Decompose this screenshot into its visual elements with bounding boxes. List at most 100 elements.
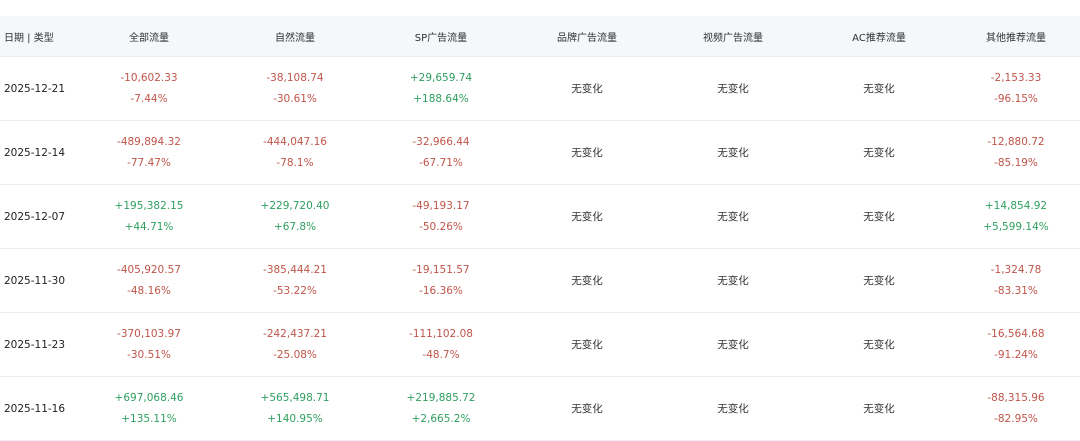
abs-change: +219,885.72 — [406, 392, 476, 404]
pct-change: -30.61% — [273, 93, 317, 105]
pct-change: +140.95% — [267, 413, 323, 425]
pct-change: +67.8% — [273, 221, 317, 233]
abs-change: -49,193.17 — [412, 200, 470, 212]
pct-change: -48.7% — [422, 349, 460, 361]
pct-change: +2,665.2% — [411, 413, 471, 425]
pct-change: -50.26% — [419, 221, 463, 233]
brand-ad-traffic-change: 无变化 — [571, 339, 603, 351]
other-recommend-traffic-change: -12,880.72 -85.19% — [952, 135, 1080, 170]
abs-change: -16,564.68 — [987, 328, 1045, 340]
pct-change: +5,599.14% — [983, 221, 1049, 233]
abs-change: -111,102.08 — [409, 328, 473, 340]
header-total-traffic[interactable]: 全部流量 — [76, 29, 222, 44]
abs-change: -32,966.44 — [412, 136, 470, 148]
traffic-change-table: 日期 | 类型 全部流量 自然流量 SP广告流量 品牌广告流量 视频广告流量 A… — [0, 16, 1080, 441]
pct-change: -30.51% — [127, 349, 171, 361]
pct-change: -83.31% — [994, 285, 1038, 297]
brand-ad-traffic-change: 无变化 — [571, 83, 603, 95]
natural-traffic-change: -242,437.21 -25.08% — [222, 327, 368, 362]
sp-ad-traffic-change: -49,193.17 -50.26% — [368, 199, 514, 234]
brand-ad-traffic-change: 无变化 — [571, 403, 603, 415]
ac-recommend-traffic-change: 无变化 — [863, 211, 895, 223]
header-sp-ad-traffic[interactable]: SP广告流量 — [368, 29, 514, 44]
ac-recommend-traffic-change: 无变化 — [863, 275, 895, 287]
abs-change: -489,894.32 — [117, 136, 181, 148]
header-other-recommend-traffic[interactable]: 其他推荐流量 — [952, 29, 1080, 44]
video-ad-traffic-change: 无变化 — [717, 403, 749, 415]
total-traffic-change: -370,103.97 -30.51% — [76, 327, 222, 362]
abs-change: +29,659.74 — [409, 72, 473, 84]
sp-ad-traffic-change: -111,102.08 -48.7% — [368, 327, 514, 362]
brand-ad-traffic-change: 无变化 — [571, 275, 603, 287]
table-row: 2025-12-07 +195,382.15 +44.71% +229,720.… — [0, 185, 1080, 249]
pct-change: -7.44% — [130, 93, 168, 105]
table-row: 2025-12-21 -10,602.33 -7.44% -38,108.74 … — [0, 57, 1080, 121]
top-spacer — [0, 0, 1080, 16]
other-recommend-traffic-change: -1,324.78 -83.31% — [952, 263, 1080, 298]
header-ac-recommend-traffic[interactable]: AC推荐流量 — [806, 29, 952, 44]
row-date: 2025-11-16 — [4, 402, 66, 415]
abs-change: +14,854.92 — [984, 200, 1048, 212]
abs-change: -1,324.78 — [990, 264, 1042, 276]
table-row: 2025-11-23 -370,103.97 -30.51% -242,437.… — [0, 313, 1080, 377]
abs-change: -444,047.16 — [263, 136, 327, 148]
abs-change: -2,153.33 — [990, 72, 1042, 84]
total-traffic-change: -405,920.57 -48.16% — [76, 263, 222, 298]
ac-recommend-traffic-change: 无变化 — [863, 403, 895, 415]
other-recommend-traffic-change: -88,315.96 -82.95% — [952, 391, 1080, 426]
abs-change: +565,498.71 — [260, 392, 330, 404]
abs-change: -88,315.96 — [987, 392, 1045, 404]
row-date: 2025-12-21 — [4, 82, 66, 95]
abs-change: +195,382.15 — [114, 200, 184, 212]
pct-change: +44.71% — [124, 221, 174, 233]
abs-change: -242,437.21 — [263, 328, 327, 340]
pct-change: -82.95% — [994, 413, 1038, 425]
header-date-type[interactable]: 日期 | 类型 — [0, 29, 76, 44]
natural-traffic-change: +565,498.71 +140.95% — [222, 391, 368, 426]
header-natural-traffic[interactable]: 自然流量 — [222, 29, 368, 44]
header-brand-ad-traffic[interactable]: 品牌广告流量 — [514, 29, 660, 44]
pct-change: -91.24% — [994, 349, 1038, 361]
pct-change: +188.64% — [413, 93, 469, 105]
pct-change: -67.71% — [419, 157, 463, 169]
pct-change: -16.36% — [419, 285, 463, 297]
pct-change: -53.22% — [273, 285, 317, 297]
sp-ad-traffic-change: -32,966.44 -67.71% — [368, 135, 514, 170]
brand-ad-traffic-change: 无变化 — [571, 147, 603, 159]
total-traffic-change: -489,894.32 -77.47% — [76, 135, 222, 170]
natural-traffic-change: -444,047.16 -78.1% — [222, 135, 368, 170]
abs-change: -10,602.33 — [120, 72, 178, 84]
pct-change: -48.16% — [127, 285, 171, 297]
natural-traffic-change: -385,444.21 -53.22% — [222, 263, 368, 298]
table-row: 2025-11-16 +697,068.46 +135.11% +565,498… — [0, 377, 1080, 441]
table-header: 日期 | 类型 全部流量 自然流量 SP广告流量 品牌广告流量 视频广告流量 A… — [0, 16, 1080, 57]
abs-change: -370,103.97 — [117, 328, 181, 340]
other-recommend-traffic-change: -2,153.33 -96.15% — [952, 71, 1080, 106]
ac-recommend-traffic-change: 无变化 — [863, 83, 895, 95]
abs-change: -385,444.21 — [263, 264, 327, 276]
brand-ad-traffic-change: 无变化 — [571, 211, 603, 223]
pct-change: -96.15% — [994, 93, 1038, 105]
row-date: 2025-12-14 — [4, 146, 66, 159]
table-row: 2025-12-14 -489,894.32 -77.47% -444,047.… — [0, 121, 1080, 185]
pct-change: -85.19% — [994, 157, 1038, 169]
pct-change: -25.08% — [273, 349, 317, 361]
sp-ad-traffic-change: +29,659.74 +188.64% — [368, 71, 514, 106]
video-ad-traffic-change: 无变化 — [717, 147, 749, 159]
table-row: 2025-11-30 -405,920.57 -48.16% -385,444.… — [0, 249, 1080, 313]
abs-change: +229,720.40 — [260, 200, 330, 212]
natural-traffic-change: +229,720.40 +67.8% — [222, 199, 368, 234]
video-ad-traffic-change: 无变化 — [717, 83, 749, 95]
pct-change: +135.11% — [121, 413, 177, 425]
other-recommend-traffic-change: -16,564.68 -91.24% — [952, 327, 1080, 362]
video-ad-traffic-change: 无变化 — [717, 339, 749, 351]
header-video-ad-traffic[interactable]: 视频广告流量 — [660, 29, 806, 44]
row-date: 2025-11-23 — [4, 338, 66, 351]
total-traffic-change: +697,068.46 +135.11% — [76, 391, 222, 426]
pct-change: -77.47% — [127, 157, 171, 169]
row-date: 2025-11-30 — [4, 274, 66, 287]
video-ad-traffic-change: 无变化 — [717, 211, 749, 223]
total-traffic-change: +195,382.15 +44.71% — [76, 199, 222, 234]
pct-change: -78.1% — [276, 157, 314, 169]
abs-change: -405,920.57 — [117, 264, 181, 276]
